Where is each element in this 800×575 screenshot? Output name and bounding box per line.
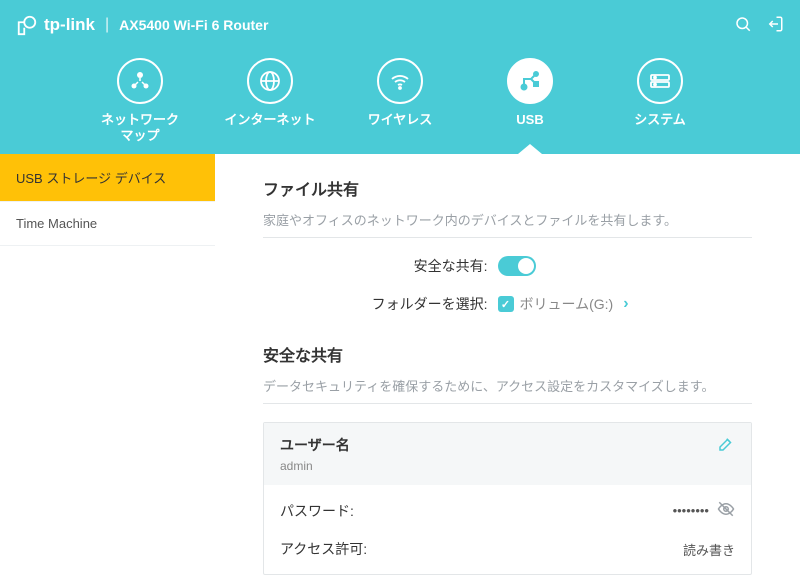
nav-wireless[interactable]: ワイヤレス	[350, 58, 450, 154]
sidebar-item-label: Time Machine	[16, 216, 97, 231]
header-top-bar: tp-link | AX5400 Wi-Fi 6 Router	[0, 0, 800, 50]
tp-link-logo-icon	[16, 14, 38, 36]
system-icon	[637, 58, 683, 104]
chevron-right-icon[interactable]: ›	[623, 295, 628, 313]
header-divider: |	[105, 16, 109, 34]
search-icon[interactable]	[734, 15, 752, 36]
file-sharing-desc: 家庭やオフィスのネットワーク内のデバイスとファイルを共有します。	[263, 210, 752, 229]
secure-share-row: 安全な共有:	[263, 256, 752, 276]
permission-row: アクセス許可: 読み書き	[280, 530, 735, 568]
nav-network-map[interactable]: ネットワークマップ	[90, 58, 190, 154]
nav-usb[interactable]: USB	[480, 58, 580, 154]
app-header: tp-link | AX5400 Wi-Fi 6 Router ネットワークマッ…	[0, 0, 800, 154]
file-sharing-title: ファイル共有	[263, 176, 752, 200]
secure-share-toggle[interactable]	[498, 256, 536, 276]
logout-icon[interactable]	[766, 15, 784, 36]
main-panel: ファイル共有 家庭やオフィスのネットワーク内のデバイスとファイルを共有します。 …	[215, 154, 800, 575]
folder-value: ボリューム(G:)	[520, 294, 614, 314]
globe-icon	[247, 58, 293, 104]
nav-label: ネットワークマップ	[101, 112, 179, 143]
model-text: AX5400 Wi-Fi 6 Router	[119, 17, 268, 33]
user-card-body: パスワード: •••••••• アクセス許可: 読み	[264, 485, 751, 574]
active-tab-arrow	[518, 144, 542, 154]
brand-logo[interactable]: tp-link	[16, 14, 95, 36]
nav-label: USB	[516, 112, 543, 128]
sidebar-item-usb-storage[interactable]: USB ストレージ デバイス	[0, 154, 215, 202]
sidebar-item-time-machine[interactable]: Time Machine	[0, 202, 215, 246]
nav-label: インターネット	[224, 112, 315, 128]
nav-label: システム	[634, 112, 686, 128]
sidebar-item-label: USB ストレージ デバイス	[16, 171, 166, 186]
content-area: USB ストレージ デバイス Time Machine ファイル共有 家庭やオフ…	[0, 154, 800, 575]
usb-icon	[507, 58, 553, 104]
password-row: パスワード: ••••••••	[280, 491, 735, 530]
secure-share-label: 安全な共有:	[338, 256, 498, 276]
folder-checkbox[interactable]	[498, 296, 514, 312]
edit-icon[interactable]	[717, 435, 735, 456]
folder-select-row: フォルダーを選択: ボリューム(G:) ›	[263, 294, 752, 314]
nav-system[interactable]: システム	[610, 58, 710, 154]
user-card: ユーザー名 admin パスワード: ••••••••	[263, 422, 752, 575]
username-label: ユーザー名	[280, 435, 717, 455]
password-value: ••••••••	[673, 503, 709, 518]
wifi-icon	[377, 58, 423, 104]
section-divider	[263, 403, 752, 404]
network-map-icon	[117, 58, 163, 104]
header-actions	[734, 15, 784, 36]
permission-label: アクセス許可:	[280, 539, 440, 559]
password-label: パスワード:	[280, 501, 440, 521]
folder-select-label: フォルダーを選択:	[338, 294, 498, 314]
permission-value: 読み書き	[683, 540, 735, 559]
nav-internet[interactable]: インターネット	[220, 58, 320, 154]
primary-nav: ネットワークマップ インターネット ワイヤレス USB システム	[0, 50, 800, 154]
nav-label: ワイヤレス	[368, 112, 433, 128]
username-value: admin	[280, 459, 717, 473]
section-divider	[263, 237, 752, 238]
eye-off-icon[interactable]	[717, 500, 735, 521]
secure-sharing-desc: データセキュリティを確保するために、アクセス設定をカスタマイズします。	[263, 376, 752, 395]
secure-sharing-title: 安全な共有	[263, 342, 752, 366]
sidebar: USB ストレージ デバイス Time Machine	[0, 154, 215, 575]
brand-text: tp-link	[44, 15, 95, 35]
user-card-header: ユーザー名 admin	[264, 423, 751, 485]
